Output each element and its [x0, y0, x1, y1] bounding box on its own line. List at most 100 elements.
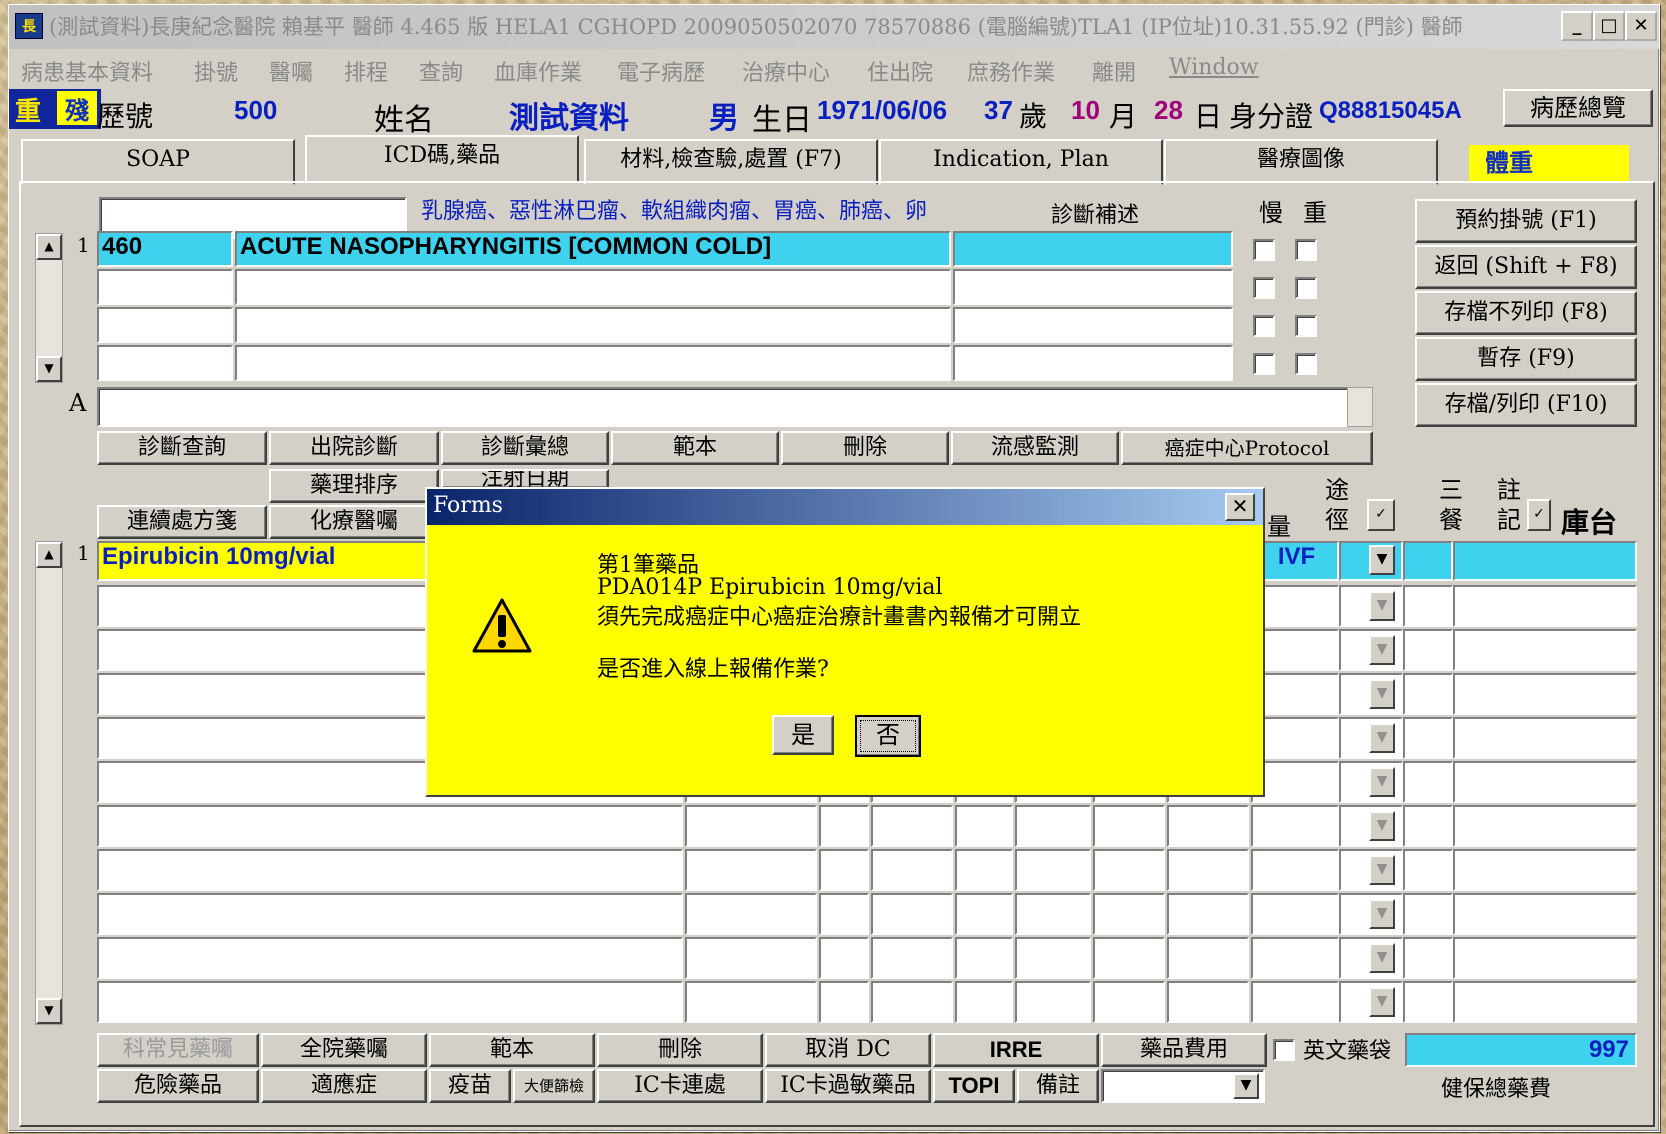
- menu-item[interactable]: 查詢: [419, 55, 463, 87]
- minimize-button[interactable]: _: [1561, 11, 1593, 41]
- pharmacology-sort-button[interactable]: 藥理排序: [269, 469, 439, 503]
- menu-item[interactable]: Window: [1169, 55, 1259, 80]
- rx-cell[interactable]: [1453, 893, 1637, 935]
- menu-item[interactable]: 醫囑: [269, 55, 313, 87]
- rx-cell[interactable]: [97, 849, 683, 891]
- rx-cell[interactable]: [1403, 629, 1453, 671]
- chemo-order-button[interactable]: 化療醫囑: [269, 505, 439, 539]
- maximize-button[interactable]: □: [1593, 11, 1625, 41]
- icd-description-cell[interactable]: ACUTE NASOPHARYNGITIS [COMMON COLD]: [235, 231, 951, 267]
- rx-cell[interactable]: [955, 849, 1013, 891]
- rx-cell[interactable]: [1403, 585, 1453, 627]
- rx-scrollbar[interactable]: ▲ ▼: [35, 541, 63, 1025]
- topi-button[interactable]: TOPI: [933, 1069, 1015, 1103]
- discharge-diagnosis-button[interactable]: 出院診斷: [269, 431, 439, 465]
- rx-cell[interactable]: [685, 937, 817, 979]
- chronic-checkbox[interactable]: [1253, 353, 1275, 375]
- rx-cell[interactable]: [1015, 805, 1091, 847]
- ic-card-continuous-button[interactable]: IC卡連處: [597, 1069, 763, 1103]
- meal-dropdown-icon[interactable]: ▼: [1369, 767, 1395, 797]
- diagnosis-search-button[interactable]: 診斷查詢: [97, 431, 267, 465]
- rx-cell[interactable]: [1453, 629, 1637, 671]
- cancel-dc-button[interactable]: 取消 DC: [765, 1033, 931, 1067]
- rx-cell[interactable]: [685, 805, 817, 847]
- dept-common-orders-button[interactable]: 科常見藥囑: [97, 1033, 259, 1067]
- chronic-checkbox[interactable]: [1253, 277, 1275, 299]
- rx-cell[interactable]: [97, 937, 683, 979]
- rx-cell[interactable]: [1251, 893, 1339, 935]
- remarks-button[interactable]: 備註: [1017, 1069, 1099, 1103]
- rx-cell[interactable]: [1403, 849, 1453, 891]
- menu-item[interactable]: 排程: [344, 55, 388, 87]
- rx-delete-button[interactable]: 刪除: [597, 1033, 763, 1067]
- app-icon[interactable]: 長: [15, 13, 43, 39]
- rx-template-button[interactable]: 範本: [429, 1033, 595, 1067]
- appointment-button[interactable]: 預約掛號 (F1): [1415, 199, 1637, 243]
- menu-item[interactable]: 病患基本資料: [21, 55, 153, 87]
- rx-cell[interactable]: [871, 981, 953, 1023]
- meal-dropdown-icon[interactable]: ▼: [1369, 811, 1395, 841]
- english-bag-checkbox[interactable]: [1273, 1039, 1295, 1061]
- rx-cell[interactable]: [871, 937, 953, 979]
- scroll-up-icon[interactable]: ▲: [36, 542, 62, 568]
- meal-dropdown-icon[interactable]: ▼: [1369, 943, 1395, 973]
- rx-cell[interactable]: [1167, 893, 1249, 935]
- severe-checkbox[interactable]: [1295, 277, 1317, 299]
- scroll-up-icon[interactable]: ▲: [36, 234, 62, 260]
- icd-code-cell[interactable]: [97, 345, 233, 381]
- diagnosis-summary-button[interactable]: 診斷彙總: [441, 431, 609, 465]
- rx-cell[interactable]: [1167, 805, 1249, 847]
- close-button[interactable]: ✕: [1625, 11, 1657, 41]
- rx-cell[interactable]: [1015, 981, 1091, 1023]
- tab-materials[interactable]: 材料,檢查驗,處置 (F7): [584, 139, 878, 185]
- tab-indication-plan[interactable]: Indication, Plan: [879, 139, 1163, 185]
- menu-item[interactable]: 掛號: [194, 55, 238, 87]
- chronic-checkbox[interactable]: [1253, 315, 1275, 337]
- assessment-input[interactable]: [97, 387, 1351, 427]
- return-button[interactable]: 返回 (Shift + F8): [1415, 245, 1637, 289]
- rx-cell[interactable]: [871, 893, 953, 935]
- rx-cell[interactable]: [1453, 673, 1637, 715]
- rx-cell[interactable]: [97, 893, 683, 935]
- rx-cell[interactable]: [1167, 849, 1249, 891]
- store-cell[interactable]: [1453, 541, 1637, 581]
- indication-button[interactable]: 適應症: [261, 1069, 427, 1103]
- diagnosis-note-cell[interactable]: [953, 269, 1233, 305]
- rx-cell[interactable]: [819, 805, 869, 847]
- route-check-icon[interactable]: ✓: [1367, 499, 1395, 531]
- menu-item[interactable]: 治療中心: [742, 55, 830, 87]
- injection-date-button[interactable]: 注射日期: [441, 469, 609, 489]
- rx-cell[interactable]: [1453, 805, 1637, 847]
- chevron-down-icon[interactable]: ▼: [1233, 1073, 1259, 1099]
- tab-medical-images[interactable]: 醫療圖像: [1164, 139, 1438, 185]
- rx-cell[interactable]: [1167, 981, 1249, 1023]
- ic-card-allergy-button[interactable]: IC卡過敏藥品: [765, 1069, 931, 1103]
- scroll-down-icon[interactable]: ▼: [36, 998, 62, 1024]
- severe-checkbox[interactable]: [1295, 353, 1317, 375]
- icd-description-cell[interactable]: [235, 307, 951, 343]
- save-no-print-button[interactable]: 存檔不列印 (F8): [1415, 291, 1637, 335]
- rx-cell[interactable]: [1093, 849, 1165, 891]
- rx-cell[interactable]: [1167, 937, 1249, 979]
- drug-cost-button[interactable]: 藥品費用: [1101, 1033, 1267, 1067]
- icd-description-cell[interactable]: [235, 269, 951, 305]
- rx-cell[interactable]: [1453, 849, 1637, 891]
- vaccine-button[interactable]: 疫苗: [429, 1069, 511, 1103]
- rx-cell[interactable]: [819, 937, 869, 979]
- rx-cell[interactable]: [1093, 981, 1165, 1023]
- yes-button[interactable]: 是: [772, 715, 834, 755]
- assessment-scrollbar[interactable]: [1347, 387, 1373, 427]
- no-button[interactable]: 否: [855, 715, 921, 757]
- menu-item[interactable]: 血庫作業: [494, 55, 582, 87]
- dangerous-drugs-button[interactable]: 危險藥品: [97, 1069, 259, 1103]
- rx-cell[interactable]: [1403, 981, 1453, 1023]
- meal-dropdown-icon[interactable]: ▼: [1369, 635, 1395, 665]
- rx-cell[interactable]: [1403, 673, 1453, 715]
- rx-cell[interactable]: [1403, 937, 1453, 979]
- rx-cell[interactable]: [1251, 849, 1339, 891]
- rx-cell[interactable]: [1453, 981, 1637, 1023]
- rx-cell[interactable]: [1093, 893, 1165, 935]
- stool-screening-button[interactable]: 大便篩檢: [513, 1069, 595, 1103]
- diagnosis-scrollbar[interactable]: ▲ ▼: [35, 233, 63, 383]
- temp-save-button[interactable]: 暫存 (F9): [1415, 337, 1637, 381]
